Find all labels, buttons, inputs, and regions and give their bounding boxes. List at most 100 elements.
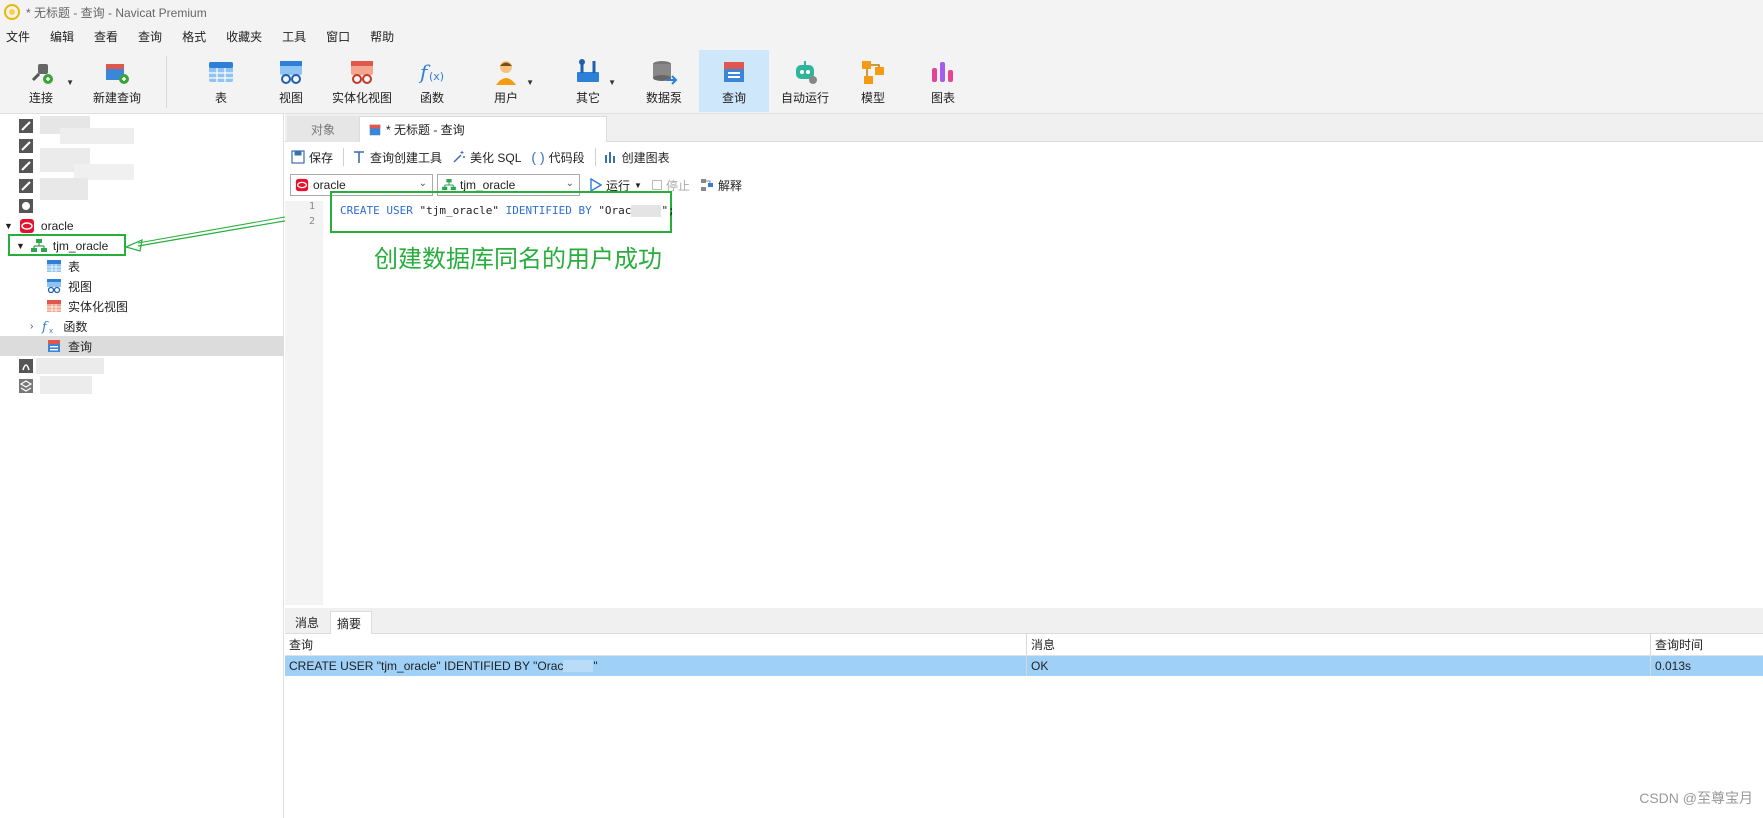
tab-query[interactable]: * 无标题 - 查询 bbox=[359, 116, 607, 142]
query-builder-icon bbox=[354, 151, 365, 163]
magic-wand-icon bbox=[453, 151, 466, 163]
oracle-icon bbox=[295, 178, 309, 192]
materialized-view-icon bbox=[47, 300, 61, 312]
other-button[interactable]: 其它 ▼ bbox=[570, 50, 616, 112]
cell-message[interactable]: OK bbox=[1027, 656, 1651, 676]
tab-objects[interactable]: 对象 bbox=[287, 116, 359, 142]
chevron-down-icon: ⌄ bbox=[565, 178, 574, 189]
tab-summary[interactable]: 摘要 bbox=[330, 611, 372, 634]
watermark: CSDN @至尊宝月 bbox=[1639, 790, 1753, 806]
tree-label: 函数 bbox=[63, 319, 88, 334]
parentheses-icon: ( ) bbox=[531, 149, 545, 165]
play-icon bbox=[590, 178, 602, 192]
tree-label: 视图 bbox=[68, 279, 93, 294]
redacted-password bbox=[563, 660, 594, 672]
data-pump-button[interactable]: 数据泵 bbox=[642, 50, 686, 112]
sql-line-1[interactable]: CREATE USER "tjm_oracle" IDENTIFIED BY "… bbox=[340, 204, 675, 217]
materialized-view-button[interactable]: 实体化视图 bbox=[328, 50, 396, 112]
menu-tools[interactable]: 工具 bbox=[276, 28, 320, 45]
model-button[interactable]: 模型 bbox=[858, 50, 888, 112]
chart-icon bbox=[932, 62, 953, 82]
new-query-button[interactable]: 新建查询 bbox=[88, 50, 146, 112]
connection-icon bbox=[19, 139, 33, 153]
menu-help[interactable]: 帮助 bbox=[364, 28, 408, 45]
view-button[interactable]: 视图 bbox=[272, 50, 310, 112]
menu-format[interactable]: 格式 bbox=[176, 28, 220, 45]
tree-row-materialized-views[interactable]: 实体化视图 bbox=[0, 296, 284, 316]
tab-message[interactable]: 消息 bbox=[289, 611, 325, 634]
create-chart-button[interactable]: 创建图表 bbox=[604, 149, 670, 166]
highlight-box bbox=[8, 234, 126, 256]
chevron-down-icon: ⌄ bbox=[418, 178, 427, 189]
tree-row-queries[interactable]: 查询 bbox=[0, 336, 284, 356]
menu-edit[interactable]: 编辑 bbox=[44, 28, 88, 45]
table-icon bbox=[209, 62, 233, 82]
result-grid: 查询 消息 查询时间 CREATE USER "tjm_oracle" IDEN… bbox=[285, 634, 1763, 818]
chevron-down-icon[interactable]: ▼ bbox=[526, 78, 534, 87]
materialized-view-icon bbox=[351, 61, 373, 84]
document-tabs: 对象 * 无标题 - 查询 bbox=[285, 114, 1763, 142]
automation-button[interactable]: 自动运行 bbox=[778, 50, 832, 112]
navigator-sidebar: ▼ oracle ▼ tjm_oracle 表 视图 实体化视图 › fx 函数… bbox=[0, 114, 303, 818]
menu-window[interactable]: 窗口 bbox=[320, 28, 364, 45]
query-icon bbox=[369, 124, 381, 135]
explain-button[interactable]: 解释 bbox=[700, 177, 742, 194]
query-builder-button[interactable]: 查询创建工具 bbox=[352, 149, 442, 166]
redacted-block bbox=[40, 376, 92, 394]
menu-favorites[interactable]: 收藏夹 bbox=[220, 28, 276, 45]
chart-button[interactable]: 图表 bbox=[928, 50, 958, 112]
query-icon bbox=[48, 340, 60, 352]
explain-icon bbox=[700, 179, 713, 191]
tree-label: 查询 bbox=[68, 339, 93, 354]
column-header-message[interactable]: 消息 bbox=[1027, 634, 1651, 655]
query-button[interactable]: 查询 bbox=[699, 50, 769, 112]
robot-icon bbox=[796, 61, 817, 84]
oracle-icon bbox=[19, 219, 34, 233]
chevron-right-icon[interactable]: › bbox=[30, 321, 33, 332]
user-button[interactable]: 用户 ▼ bbox=[488, 50, 534, 112]
function-button[interactable]: f (x) 函数 bbox=[413, 50, 451, 112]
query-editor-area: 对象 * 无标题 - 查询 保存 查询创建工具 美化 SQL ( ) 代码段 创… bbox=[285, 114, 1763, 818]
new-query-icon bbox=[106, 64, 129, 84]
stop-icon bbox=[651, 180, 662, 190]
redacted-block bbox=[36, 358, 104, 374]
code-snippet-button[interactable]: ( ) 代码段 bbox=[531, 149, 584, 166]
save-icon bbox=[291, 150, 305, 164]
redacted-block bbox=[60, 128, 134, 144]
redacted-password bbox=[631, 205, 662, 217]
view-icon bbox=[47, 279, 61, 294]
save-button[interactable]: 保存 bbox=[291, 149, 333, 166]
connect-button[interactable]: 连接 ▼ bbox=[18, 50, 74, 112]
column-header-query[interactable]: 查询 bbox=[285, 634, 1027, 655]
tree-row-functions[interactable]: › fx 函数 bbox=[0, 316, 284, 336]
window-title: * 无标题 - 查询 - Navicat Premium bbox=[26, 5, 207, 20]
cell-query[interactable]: CREATE USER "tjm_oracle" IDENTIFIED BY "… bbox=[285, 656, 1027, 676]
chevron-down-icon[interactable]: ▼ bbox=[66, 78, 74, 87]
beautify-sql-button[interactable]: 美化 SQL bbox=[452, 149, 521, 166]
connection-icon bbox=[19, 379, 33, 393]
main-toolbar: 连接 ▼ 新建查询 表 视图 实体化视图 f (x) 函数 用户 ▼ 其它 ▼ … bbox=[0, 48, 1763, 114]
query-toolbar: 保存 查询创建工具 美化 SQL ( ) 代码段 创建图表 bbox=[285, 143, 1763, 171]
cell-time[interactable]: 0.013s bbox=[1651, 656, 1763, 676]
chevron-down-icon[interactable]: ▼ bbox=[634, 181, 642, 190]
result-tabs: 消息 摘要 bbox=[285, 608, 1763, 634]
menu-view[interactable]: 查看 bbox=[88, 28, 132, 45]
sql-editor[interactable]: 1 2 CREATE USER "tjm_oracle" IDENTIFIED … bbox=[285, 191, 1763, 605]
menu-file[interactable]: 文件 bbox=[0, 28, 44, 45]
user-icon bbox=[496, 61, 516, 85]
table-button[interactable]: 表 bbox=[204, 50, 238, 112]
tree-label: 实体化视图 bbox=[68, 299, 129, 314]
svg-text:x: x bbox=[49, 327, 53, 334]
table-row[interactable]: CREATE USER "tjm_oracle" IDENTIFIED BY "… bbox=[285, 656, 1763, 676]
connection-label: oracle bbox=[40, 219, 74, 233]
column-header-time[interactable]: 查询时间 bbox=[1651, 634, 1763, 655]
tree-row-views[interactable]: 视图 bbox=[0, 276, 284, 296]
chevron-down-icon[interactable]: ▼ bbox=[4, 221, 13, 231]
query-icon bbox=[724, 62, 744, 82]
toolbar-divider bbox=[343, 148, 345, 166]
toolbar-divider bbox=[594, 148, 596, 166]
chevron-down-icon[interactable]: ▼ bbox=[608, 78, 616, 87]
menu-query[interactable]: 查询 bbox=[132, 28, 176, 45]
connection-icon bbox=[19, 159, 33, 173]
postgres-connection-icon bbox=[19, 199, 33, 213]
